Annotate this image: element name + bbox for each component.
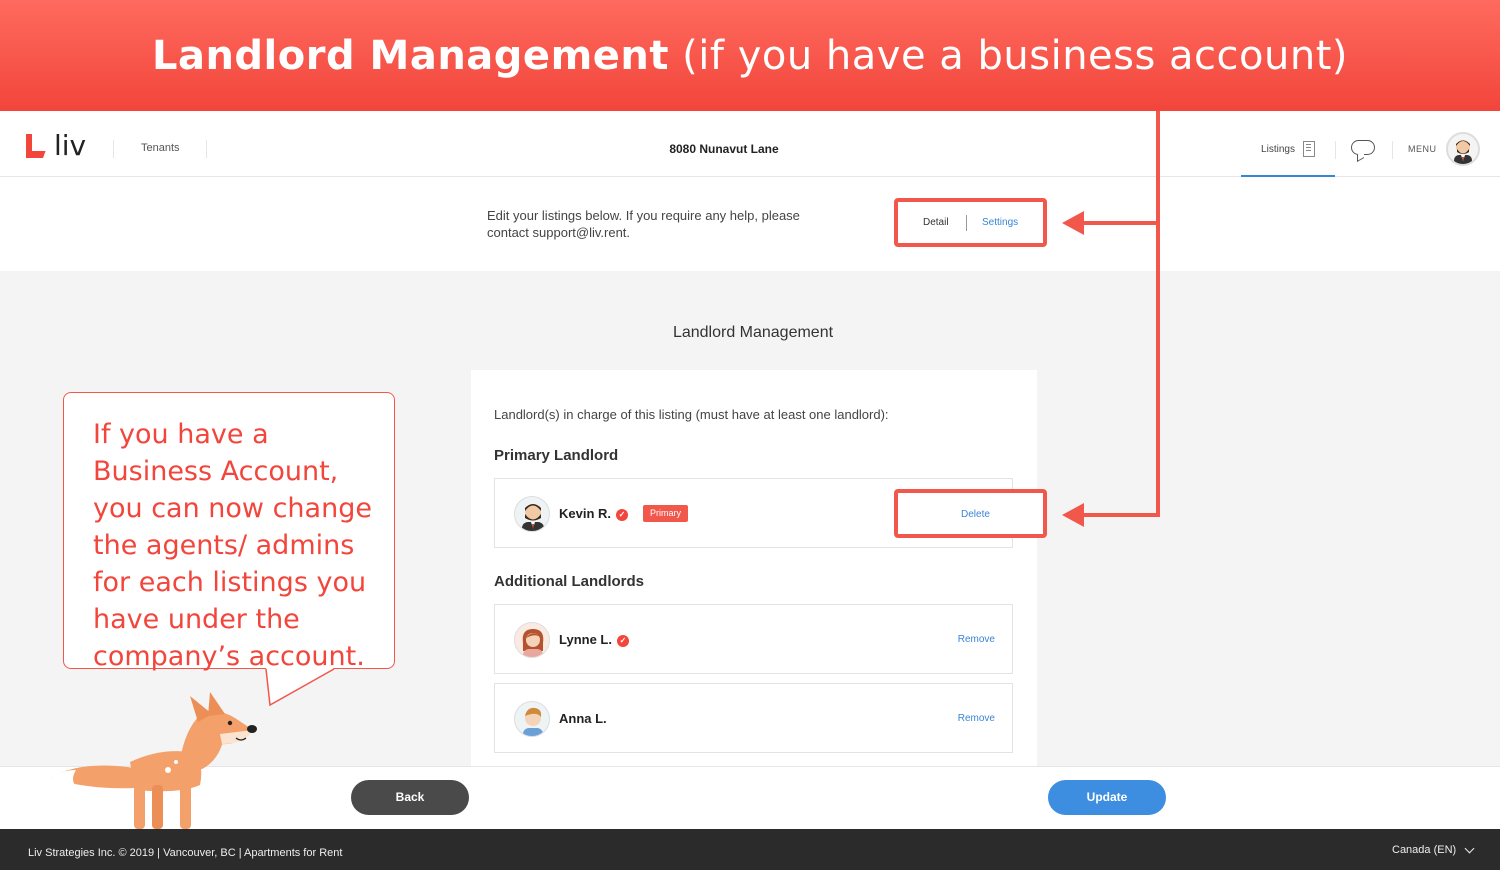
footer-text: Liv Strategies Inc. © 2019 | Vancouver, … — [28, 847, 343, 859]
list-item: Anna L. Remove — [494, 683, 1013, 753]
person-avatar-icon — [523, 707, 543, 736]
divider — [1392, 141, 1393, 159]
nav-listings-link[interactable]: Listings — [1241, 133, 1335, 177]
building-icon — [1302, 141, 1315, 157]
landlord-name: Lynne L. ✓ — [559, 632, 629, 647]
delete-button-box: Delete — [894, 489, 1047, 538]
banner-title-bold: Landlord Management — [151, 32, 669, 79]
landlord-name: Kevin R. ✓ — [559, 506, 629, 521]
divider — [1335, 141, 1336, 159]
chevron-down-icon — [1464, 843, 1475, 853]
delete-button[interactable]: Delete — [961, 509, 990, 520]
chat-icon[interactable] — [1351, 140, 1375, 155]
help-text: Edit your listings below. If you require… — [487, 208, 800, 240]
page-title: 8080 Nunavut Lane — [669, 142, 779, 156]
region-label: Canada (EN) — [1392, 844, 1457, 856]
edit-strip: Edit your listings below. If you require… — [0, 177, 1500, 271]
arrow-left-icon — [1062, 211, 1084, 235]
anna-avatar — [514, 701, 550, 737]
footer: Liv Strategies Inc. © 2019 | Vancouver, … — [0, 829, 1500, 870]
fox-mascot-icon — [50, 692, 257, 829]
callout-connector — [1080, 513, 1160, 517]
man-avatar-icon — [1454, 140, 1472, 164]
remove-button[interactable]: Remove — [958, 713, 995, 724]
callout-connector — [1156, 111, 1160, 516]
kevin-avatar — [514, 496, 550, 532]
arrow-left-icon — [1062, 503, 1084, 527]
section-title: Landlord Management — [672, 324, 834, 341]
tab-detail[interactable]: Detail — [923, 217, 949, 228]
listing-tabs: Detail Settings — [894, 198, 1047, 247]
tutorial-banner: Landlord Management (if you have a busin… — [0, 0, 1500, 111]
man-avatar-icon — [522, 504, 544, 531]
region-selector[interactable]: Canada (EN) — [1392, 843, 1475, 856]
back-button[interactable]: Back — [351, 780, 469, 815]
callout-connector — [1080, 221, 1160, 225]
bubble-text: If you have a Business Account, you can … — [93, 419, 372, 672]
speech-bubble: If you have a Business Account, you can … — [63, 392, 395, 672]
tab-settings[interactable]: Settings — [982, 217, 1018, 228]
landlord-name-text: Lynne L. — [559, 632, 612, 647]
speech-bubble-tail — [265, 668, 335, 707]
landlord-name: Anna L. — [559, 711, 607, 726]
additional-landlords-heading: Additional Landlords — [494, 573, 644, 590]
menu-button[interactable]: MENU — [1408, 144, 1437, 154]
top-nav: liv Tenants 8080 Nunavut Lane Listings M… — [0, 111, 1500, 177]
woman-avatar-icon — [522, 629, 544, 657]
landlord-name-text: Anna L. — [559, 711, 607, 726]
page: { "banner": { "title_bold": "Landlord Ma… — [0, 0, 1500, 870]
remove-button[interactable]: Remove — [958, 634, 995, 645]
nav-listings-label: Listings — [1261, 143, 1295, 155]
verified-icon: ✓ — [616, 508, 629, 521]
list-item: Lynne L. ✓ Remove — [494, 604, 1013, 674]
update-button[interactable]: Update — [1048, 780, 1166, 815]
banner-title-rest: (if you have a business account) — [668, 32, 1349, 79]
banner-title: Landlord Management (if you have a busin… — [152, 33, 1348, 79]
user-avatar[interactable] — [1446, 132, 1480, 166]
tab-divider — [966, 215, 967, 231]
verified-icon: ✓ — [616, 634, 629, 647]
landlord-name-text: Kevin R. — [559, 506, 612, 521]
primary-landlord-heading: Primary Landlord — [494, 447, 619, 464]
card-intro: Landlord(s) in charge of this listing (m… — [494, 407, 889, 422]
primary-badge: Primary — [643, 505, 688, 522]
lynne-avatar — [514, 622, 550, 658]
